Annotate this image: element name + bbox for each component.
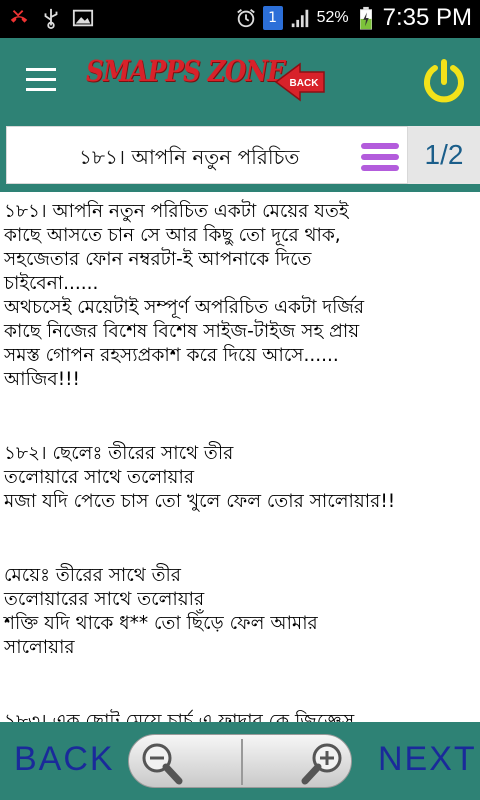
story-title-selector[interactable]: ১৮১। আপনি নতুন পরিচিত bbox=[6, 126, 408, 184]
missed-call-icon bbox=[10, 10, 28, 23]
zoom-control bbox=[128, 734, 352, 788]
footer-bar: BACK NEXT bbox=[0, 722, 480, 800]
menu-icon[interactable] bbox=[26, 68, 56, 92]
sim-icon: 1 bbox=[262, 6, 283, 30]
status-left-icons bbox=[8, 6, 94, 30]
battery-percent: 52% bbox=[316, 9, 349, 26]
status-right-icons: 1 52% 7:35 PM bbox=[235, 4, 472, 32]
back-arrow-label: BACK bbox=[290, 78, 320, 89]
brand-logo: SMAPPS ZONE bbox=[86, 54, 286, 88]
zoom-in-icon[interactable] bbox=[297, 737, 349, 787]
usb-icon bbox=[44, 8, 58, 29]
alarm-icon bbox=[236, 9, 255, 28]
zoom-divider bbox=[241, 739, 243, 785]
signal-icon bbox=[291, 9, 308, 28]
joke-182-boy: ১৮২। ছেলেঃ তীরের সাথে তীর তলোয়ারে সাথে … bbox=[4, 443, 396, 512]
clock: 7:35 PM bbox=[382, 4, 472, 31]
status-bar: 1 52% 7:35 PM bbox=[0, 0, 480, 38]
zoom-out-icon[interactable] bbox=[135, 737, 187, 787]
joke-183: ১৮৩। এক ছোট মেয়ে চার্চ এ ফাদার কে জিজ্ঞ… bbox=[4, 711, 355, 722]
story-title: ১৮১। আপনি নতুন পরিচিত bbox=[79, 145, 300, 169]
back-button[interactable]: BACK bbox=[14, 740, 115, 779]
battery-charging-icon bbox=[359, 6, 372, 30]
app-header: SMAPPS ZONE BACK bbox=[0, 38, 480, 122]
back-arrow-button[interactable]: BACK bbox=[274, 62, 326, 102]
power-icon[interactable] bbox=[420, 58, 468, 106]
jokes-content[interactable]: ১৮১। আপনি নতুন পরিচিত একটা মেয়ের যতই কা… bbox=[0, 192, 480, 722]
title-row: ১৮১। আপনি নতুন পরিচিত 1/2 bbox=[0, 122, 480, 192]
list-icon[interactable] bbox=[359, 139, 401, 175]
joke-181: ১৮১। আপনি নতুন পরিচিত একটা মেয়ের যতই কা… bbox=[4, 201, 365, 390]
next-button[interactable]: NEXT bbox=[378, 740, 477, 779]
joke-182-girl: মেয়েঃ তীরের সাথে তীর তলোয়ারের সাথে তলো… bbox=[4, 565, 318, 658]
image-icon bbox=[72, 9, 94, 27]
page-counter: 1/2 bbox=[408, 126, 480, 184]
